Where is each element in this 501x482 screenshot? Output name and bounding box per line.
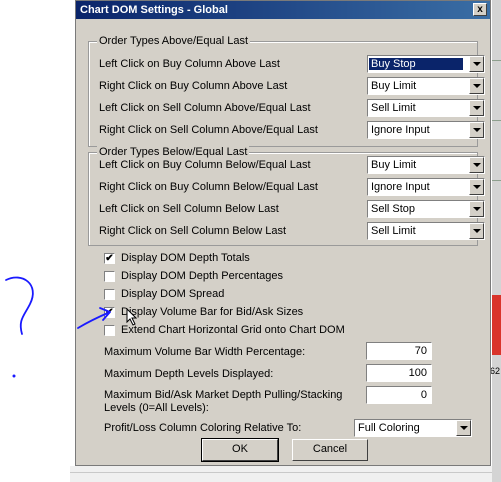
max-volume-bar-width-label: Maximum Volume Bar Width Percentage:	[104, 346, 306, 358]
dropdown-right-click-buy-above[interactable]: Buy Limit	[367, 77, 485, 95]
profit-loss-coloring-dropdown[interactable]: Full Coloring	[354, 419, 472, 437]
annotation-question-mark-icon	[5, 276, 34, 335]
row-label: Left Click on Buy Column Above Last	[99, 58, 280, 70]
dropdown-value: Ignore Input	[371, 124, 430, 136]
max-depth-levels-input[interactable]: 100	[366, 364, 432, 382]
dropdown-left-click-sell-below[interactable]: Sell Stop	[367, 200, 485, 218]
annotation-dot	[12, 374, 16, 378]
close-button[interactable]: x	[473, 3, 487, 16]
volume-bar-red	[492, 295, 501, 355]
cancel-button[interactable]: Cancel	[292, 439, 368, 461]
dropdown-value: Sell Limit	[371, 225, 416, 237]
dropdown-arrow-icon[interactable]	[469, 223, 484, 239]
dropdown-arrow-icon[interactable]	[469, 201, 484, 217]
checkbox-label: Display Volume Bar for Bid/Ask Sizes	[121, 306, 304, 318]
group-title-above: Order Types Above/Equal Last	[97, 35, 250, 47]
ok-button[interactable]: OK	[201, 438, 279, 462]
row-below-3: Right Click on Sell Column Below Last Se…	[99, 222, 485, 242]
dropdown-value: Buy Stop	[369, 58, 463, 70]
row-above-3: Right Click on Sell Column Above/Equal L…	[99, 121, 485, 141]
row-below-0: Left Click on Buy Column Below/Equal Las…	[99, 156, 485, 176]
dropdown-value: Sell Limit	[371, 102, 416, 114]
settings-dialog: Chart DOM Settings - Global x Order Type…	[75, 0, 491, 466]
dialog-title: Chart DOM Settings - Global	[80, 4, 228, 16]
dropdown-arrow-icon[interactable]	[469, 100, 484, 116]
dropdown-arrow-icon[interactable]	[469, 157, 484, 173]
dropdown-arrow-icon[interactable]	[469, 56, 484, 72]
row-above-1: Right Click on Buy Column Above Last Buy…	[99, 77, 485, 97]
background-price-label: 62	[490, 366, 501, 376]
max-pulling-stacking-input[interactable]: 0	[366, 386, 432, 404]
checkbox-label: Display DOM Depth Percentages	[121, 270, 284, 282]
dropdown-right-click-buy-below[interactable]: Ignore Input	[367, 178, 485, 196]
row-above-0: Left Click on Buy Column Above Last Buy …	[99, 55, 485, 75]
title-bar[interactable]: Chart DOM Settings - Global x	[76, 1, 490, 19]
mouse-cursor-icon	[126, 308, 138, 326]
annotation-arrow-icon	[77, 307, 111, 329]
dropdown-arrow-icon[interactable]	[469, 179, 484, 195]
dropdown-value: Full Coloring	[358, 422, 420, 434]
row-label: Right Click on Buy Column Above Last	[99, 80, 288, 92]
max-pulling-stacking-label-line1: Maximum Bid/Ask Market Depth Pulling/Sta…	[104, 389, 343, 401]
checkbox-label: Extend Chart Horizontal Grid onto Chart …	[121, 324, 345, 336]
max-volume-bar-width-input[interactable]: 70	[366, 342, 432, 360]
checkbox-label: Display DOM Depth Totals	[121, 252, 250, 264]
dropdown-left-click-buy-below[interactable]: Buy Limit	[367, 156, 485, 174]
order-types-below-group: Order Types Below/Equal Last Left Click …	[88, 146, 485, 246]
order-types-above-group: Order Types Above/Equal Last Left Click …	[88, 35, 485, 147]
dropdown-left-click-buy-above[interactable]: Buy Stop	[367, 55, 485, 73]
row-above-2: Left Click on Sell Column Above/Equal La…	[99, 99, 485, 119]
row-label: Right Click on Buy Column Below/Equal La…	[99, 181, 318, 193]
dropdown-arrow-icon[interactable]	[469, 122, 484, 138]
row-below-1: Right Click on Buy Column Below/Equal La…	[99, 178, 485, 198]
background-left	[0, 0, 70, 482]
handwritten-annotation	[5, 276, 111, 378]
dropdown-value: Sell Stop	[371, 203, 416, 215]
dropdown-value: Buy Limit	[371, 80, 417, 92]
dropdown-arrow-icon[interactable]	[456, 420, 471, 436]
row-label: Left Click on Sell Column Above/Equal La…	[99, 102, 311, 114]
profit-loss-coloring-label: Profit/Loss Column Coloring Relative To:	[104, 422, 302, 434]
dropdown-value: Ignore Input	[371, 181, 430, 193]
checkbox-box[interactable]: ✔	[104, 253, 115, 264]
dropdown-right-click-sell-below[interactable]: Sell Limit	[367, 222, 485, 240]
max-pulling-stacking-label-line2: Levels (0=All Levels):	[104, 402, 209, 414]
checkbox-label: Display DOM Spread	[121, 288, 225, 300]
background-chart-dom-strip: 62	[490, 0, 501, 482]
dropdown-right-click-sell-above[interactable]: Ignore Input	[367, 121, 485, 139]
row-below-2: Left Click on Sell Column Below Last Sel…	[99, 200, 485, 220]
dropdown-arrow-icon[interactable]	[469, 78, 484, 94]
row-label: Right Click on Sell Column Above/Equal L…	[99, 124, 318, 136]
dropdown-value: Buy Limit	[371, 159, 417, 171]
row-label: Right Click on Sell Column Below Last	[99, 225, 287, 237]
dropdown-left-click-sell-above[interactable]: Sell Limit	[367, 99, 485, 117]
row-label: Left Click on Buy Column Below/Equal Las…	[99, 159, 311, 171]
background-chart-bottom	[70, 466, 501, 482]
row-label: Left Click on Sell Column Below Last	[99, 203, 279, 215]
